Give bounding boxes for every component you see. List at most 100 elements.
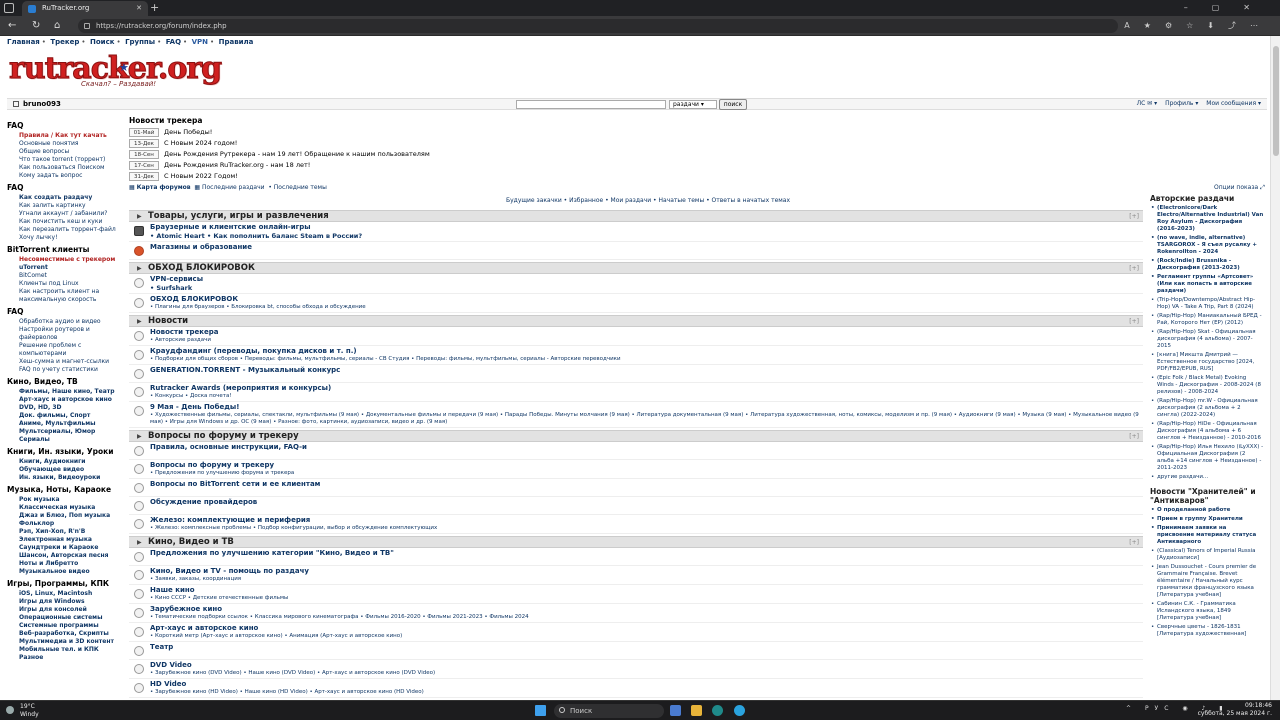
sidebar-link[interactable]: Шансон, Авторская песня <box>7 552 127 560</box>
sidebar-link[interactable]: Хочу лычку! <box>7 234 127 242</box>
sidebar-link[interactable]: Книги, Аудиокниги <box>7 458 127 466</box>
search-input[interactable] <box>516 100 666 109</box>
subforum-links[interactable]: • Заявки, заказы, координация <box>150 576 1143 583</box>
weather-widget[interactable]: 19°C Windy <box>6 703 39 719</box>
sidebar-link[interactable]: Рок музыка <box>7 496 127 504</box>
search-button[interactable]: поиск <box>719 99 747 110</box>
sidebar-link[interactable]: Фильмы, Наше кино, Театр <box>7 388 127 396</box>
sidebar-link[interactable]: Ин. языки, Видеоуроки <box>7 474 127 482</box>
sidebar-link[interactable]: Разное <box>7 654 127 662</box>
sidebar-link[interactable]: Игры для консолей <box>7 606 127 614</box>
file-explorer-icon[interactable] <box>691 705 702 716</box>
my-posts-menu[interactable]: Мои сообщения ▾ <box>1206 100 1261 107</box>
expand-arrow-icon[interactable]: ▶ <box>137 317 142 327</box>
username-link[interactable]: bruno093 <box>23 100 61 108</box>
sidebar-link[interactable]: uTorrent <box>7 264 127 272</box>
subforum-links[interactable]: • Surfshark <box>150 284 1143 292</box>
toggle-button[interactable]: [+] <box>1129 317 1139 326</box>
app-icon[interactable] <box>670 705 681 716</box>
sidebar-link[interactable]: Док. фильмы, Спорт <box>7 412 127 420</box>
taskbar-search[interactable]: Поиск <box>554 704 664 718</box>
sidebar-link[interactable]: Что такое torrent (торрент) <box>7 156 127 164</box>
browser-tab[interactable]: RuTracker.org ✕ <box>22 1 148 16</box>
forum-link[interactable]: Rutracker Awards (мероприятия и конкурсы… <box>150 384 1143 393</box>
forum-link[interactable]: 9 Мая - День Победы! <box>150 403 1143 412</box>
release-link[interactable]: (Rap/Hip-Hop) mr.W - Официальная дискогр… <box>1150 398 1264 419</box>
window-menu-icon[interactable] <box>4 3 14 13</box>
subforum-links[interactable]: • Художественные фильмы, сериалы, спекта… <box>150 412 1143 426</box>
category-title[interactable]: Новости <box>148 316 188 327</box>
new-tab-icon[interactable]: + <box>150 0 159 16</box>
forum-link[interactable]: Наше кино <box>150 586 1143 595</box>
windows-start-icon[interactable] <box>535 705 546 716</box>
forum-link[interactable]: Предложения по улучшению категории "Кино… <box>150 549 1143 558</box>
release-link[interactable]: (Electronicore/Dark Electro/Alternative … <box>1150 205 1264 233</box>
release-link[interactable]: (Epic Folk / Black Metal) Evoking Winds … <box>1150 375 1264 396</box>
sidebar-link[interactable]: Как перезалить торрент-файл <box>7 226 127 234</box>
sidebar-link[interactable]: Музыкальное видео <box>7 568 127 576</box>
sidebar-link[interactable]: Системные программы <box>7 622 127 630</box>
sidebar-link[interactable]: Игры для Windows <box>7 598 127 606</box>
search-type-select[interactable]: раздачи ▾ <box>669 100 717 109</box>
sidebar-link[interactable]: Решение проблем с компьютерами <box>7 342 127 358</box>
sidebar-link[interactable]: DVD, HD, 3D <box>7 404 127 412</box>
home-icon[interactable]: ⌂ <box>54 18 60 34</box>
sidebar-link[interactable]: Мобильные тел. и КПК <box>7 646 127 654</box>
release-link[interactable]: (Rap/Hip-Hop) Илья Нехило (iLyXXX) - Офи… <box>1150 444 1264 472</box>
sidebar-link[interactable]: Электронная музыка <box>7 536 127 544</box>
release-link[interactable]: (Rap/Hip-Hop) Маниакальный БРЕД - Рай, К… <box>1150 313 1264 327</box>
forum-link[interactable]: Новости трекера <box>150 328 1143 337</box>
sidebar-link[interactable]: iOS, Linux, Macintosh <box>7 590 127 598</box>
release-link[interactable]: Сверчные цветы - 1826-1831 [Литература х… <box>1150 624 1264 638</box>
scroll-thumb[interactable] <box>1273 46 1279 156</box>
sidebar-link[interactable]: Классическая музыка <box>7 504 127 512</box>
forum-link[interactable]: Железо: комплектующие и периферия <box>150 516 1143 525</box>
subforum-links[interactable]: • Тематические подборки ссылок • Классик… <box>150 614 1143 621</box>
sidebar-link[interactable]: Общие вопросы <box>7 148 127 156</box>
release-link[interactable]: (Classical) Tenors of Imperial Russia [А… <box>1150 548 1264 562</box>
forum-link[interactable]: Арт-хаус и авторское кино <box>150 624 1143 633</box>
category-title[interactable]: Кино, Видео и ТВ <box>148 537 234 548</box>
sidebar-link[interactable]: Саундтреки и Караоке <box>7 544 127 552</box>
release-link[interactable]: (Trip-Hop/Downtempo/Abstract Hip-Hop) VA… <box>1150 297 1264 311</box>
sidebar-link[interactable]: Обучающее видео <box>7 466 127 474</box>
category-title[interactable]: ОБХОД БЛОКИРОВОК <box>148 263 255 274</box>
sidebar-link[interactable]: Рэп, Хип-Хоп, R'n'B <box>7 528 127 536</box>
release-link[interactable]: Регламент группы «Артсовет» (Или как поп… <box>1150 274 1264 295</box>
menu-rules[interactable]: Правила <box>219 38 254 46</box>
menu-groups[interactable]: Группы <box>125 38 155 46</box>
menu-tracker[interactable]: Трекер <box>50 38 79 46</box>
release-link[interactable]: (Rap/Hip-Hop) Skat - Официальная дискогр… <box>1150 329 1264 350</box>
release-link[interactable]: (no wave, indie, alternative) TSARGOROX … <box>1150 235 1264 256</box>
sidebar-link[interactable]: Как почистить кеш и куки <box>7 218 127 226</box>
toggle-button[interactable]: [+] <box>1129 538 1139 547</box>
sidebar-link[interactable]: Настройки роутеров и файерволов <box>7 326 127 342</box>
sidebar-link[interactable]: Клиенты под Linux <box>7 280 127 288</box>
news-link[interactable]: С Новым 2022 Годом! <box>164 172 238 181</box>
clock[interactable]: 09:18:46 суббота, 25 мая 2024 г. <box>1198 702 1272 718</box>
category-header[interactable]: ▶ Новости [+] <box>129 315 1143 327</box>
release-link[interactable]: Принимаем заявки на присвоение материалу… <box>1150 525 1264 546</box>
toggle-button[interactable]: [+] <box>1129 432 1139 441</box>
forum-link[interactable]: HD Video <box>150 680 1143 689</box>
sidebar-link[interactable]: Ноты и Либретто <box>7 560 127 568</box>
subforum-links[interactable]: • Предложения по улучшению форума и трек… <box>150 470 1143 477</box>
reload-icon[interactable]: ↻ <box>32 18 40 34</box>
sidebar-link[interactable]: FAQ по учету статистики <box>7 366 127 374</box>
subforum-links[interactable]: • Atomic Heart • Как пополнить баланс St… <box>150 232 1143 240</box>
sidebar-link[interactable]: BitComet <box>7 272 127 280</box>
forum-link[interactable]: Магазины и образование <box>150 243 1143 252</box>
forum-link[interactable]: GENERATION.TORRENT - Музыкальный конкурс <box>150 366 1143 375</box>
forum-link[interactable]: ОБХОД БЛОКИРОВОК <box>150 295 1143 304</box>
release-link[interactable]: Прием в группу Хранители <box>1150 516 1264 523</box>
sidebar-link[interactable]: Как пользоваться Поиском <box>7 164 127 172</box>
release-link[interactable]: Jean Dussouchet - Cours premier de Gramm… <box>1150 564 1264 599</box>
sidebar-link[interactable]: Мультимедиа и 3D контент <box>7 638 127 646</box>
sidebar-link[interactable]: Мультсериалы, Юмор <box>7 428 127 436</box>
category-header[interactable]: ▶ Кино, Видео и ТВ [+] <box>129 536 1143 548</box>
sidebar-link[interactable]: Кому задать вопрос <box>7 172 127 180</box>
news-link[interactable]: С Новым 2024 годом! <box>164 139 237 148</box>
address-bar[interactable]: https://rutracker.org/forum/index.php <box>78 19 1118 33</box>
sidebar-link[interactable]: Правила / Как тут качать <box>7 132 127 140</box>
pm-menu[interactable]: ЛС ✉ ▾ <box>1137 100 1158 107</box>
